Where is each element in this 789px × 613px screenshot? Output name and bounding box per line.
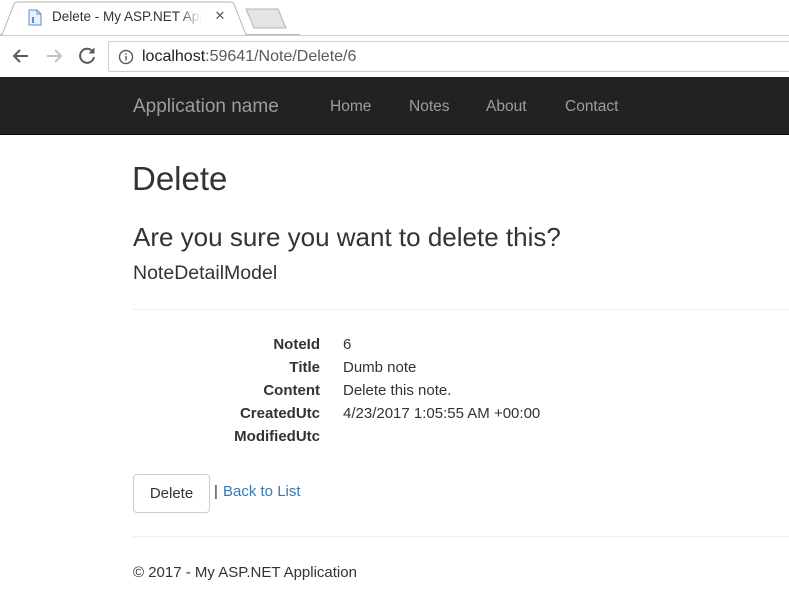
nav-link-contact[interactable]: Contact	[565, 98, 618, 116]
detail-value-title: Dumb note	[343, 359, 417, 376]
tab-close-icon[interactable]: ✕	[212, 8, 228, 24]
nav-link-about[interactable]: About	[486, 98, 527, 116]
detail-term-content: Content	[263, 382, 320, 399]
footer-divider	[133, 536, 789, 537]
browser-tabstrip: Delete - My ASP.NET Application ✕	[0, 0, 789, 35]
detail-term-createdutc: CreatedUtc	[239, 405, 320, 422]
detail-value-content: Delete this note.	[343, 382, 452, 399]
address-bar[interactable]: localhost:59641/Note/Delete/6	[108, 41, 789, 72]
detail-value-createdutc: 4/23/2017 1:05:55 AM +00:00	[343, 405, 541, 422]
back-arrow-icon[interactable]	[8, 43, 34, 69]
confirm-question: Are you sure you want to delete this?	[133, 222, 561, 252]
reload-icon[interactable]	[74, 43, 100, 69]
link-separator: |	[214, 483, 218, 500]
page-title: Delete	[132, 160, 228, 197]
model-name: NoteDetailModel	[133, 262, 278, 284]
delete-button[interactable]: Delete	[133, 474, 210, 513]
detail-value-noteid: 6	[343, 336, 352, 353]
browser-toolbar: localhost:59641/Note/Delete/6	[0, 35, 789, 76]
detail-term-title: Title	[289, 359, 320, 376]
nav-link-notes[interactable]: Notes	[409, 98, 450, 116]
nav-link-home[interactable]: Home	[330, 98, 371, 116]
forward-arrow-icon[interactable]	[41, 43, 67, 69]
url-path: :59641/Note/Delete/6	[205, 48, 357, 65]
divider	[133, 309, 789, 310]
info-icon[interactable]	[118, 49, 134, 65]
new-tab-button[interactable]	[245, 8, 287, 29]
footer-text: © 2017 - My ASP.NET Application	[133, 564, 357, 581]
tab-title[interactable]: Delete - My ASP.NET Application	[52, 9, 202, 24]
url-host: localhost	[142, 48, 206, 65]
detail-term-modifiedutc: ModifiedUtc	[234, 428, 320, 445]
detail-term-noteid: NoteId	[273, 336, 320, 353]
navbar-brand[interactable]: Application name	[133, 96, 279, 118]
url-text[interactable]: localhost:59641/Note/Delete/6	[142, 48, 356, 66]
back-to-list-link[interactable]: Back to List	[223, 483, 301, 500]
site-navbar: Application name Home Notes About Contac…	[0, 77, 789, 135]
page-favicon-icon	[28, 9, 42, 26]
